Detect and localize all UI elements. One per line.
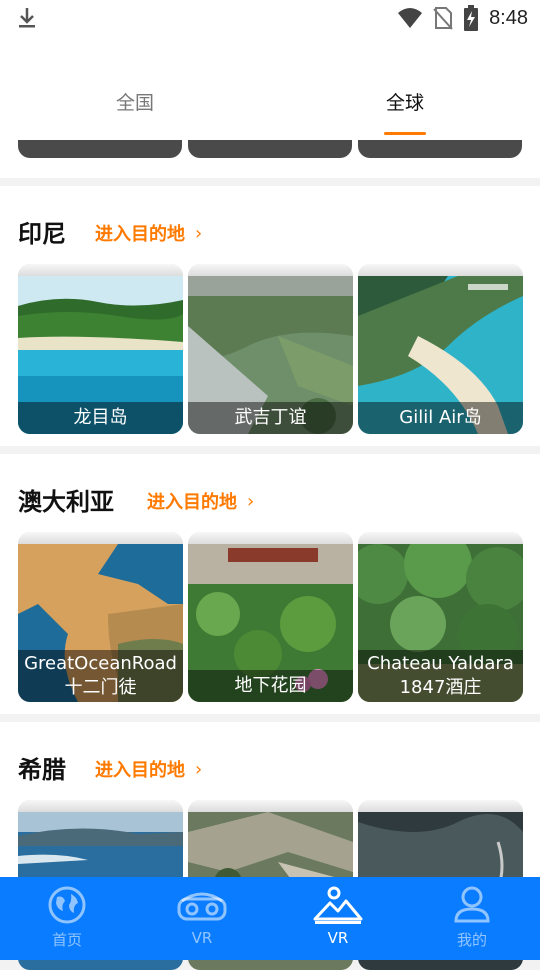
- mountain-icon: [313, 886, 363, 924]
- destination-card[interactable]: 地下花园: [188, 532, 353, 702]
- battery-charging-icon: [464, 5, 479, 31]
- previous-section-remnant: [0, 140, 540, 178]
- caption-line: Chateau Yaldara: [367, 653, 514, 674]
- section-australia: 澳大利亚 进入目的地 › GreatOceanRoad 十二门徒 地下花园 Ch…: [0, 454, 540, 714]
- destination-card[interactable]: [188, 140, 352, 158]
- tab-national[interactable]: 全国: [75, 88, 195, 115]
- caption-line: GreatOceanRoad: [24, 653, 177, 674]
- chevron-right-icon: ›: [247, 490, 255, 512]
- enter-destination-link[interactable]: 进入目的地 ›: [147, 488, 254, 514]
- destination-card[interactable]: [18, 140, 182, 158]
- card-caption: 武吉丁谊: [188, 402, 353, 434]
- section-indonesia: 印尼 进入目的地 › 龙目岛 武吉丁谊 Gilil Air岛: [0, 186, 540, 446]
- nav-label: VR: [191, 929, 213, 947]
- nav-profile[interactable]: 我的: [422, 885, 522, 955]
- card-caption: GreatOceanRoad 十二门徒: [18, 650, 183, 702]
- wifi-icon: [398, 8, 423, 28]
- destination-card[interactable]: [358, 140, 522, 158]
- destination-card[interactable]: Gilil Air岛: [358, 264, 523, 434]
- enter-destination-link[interactable]: 进入目的地 ›: [95, 756, 202, 782]
- user-icon: [454, 886, 490, 923]
- caption-line: 十二门徒: [64, 677, 137, 698]
- card-caption: Gilil Air岛: [358, 402, 523, 434]
- globe-icon: [48, 886, 86, 924]
- download-icon: [19, 8, 35, 28]
- destination-card[interactable]: GreatOceanRoad 十二门徒: [18, 532, 183, 702]
- clock: 8:48: [489, 6, 528, 29]
- caption-line: 1847酒庄: [399, 677, 482, 698]
- nav-label: VR: [327, 929, 349, 947]
- link-label: 进入目的地: [95, 760, 185, 781]
- card-caption: 地下花园: [188, 670, 353, 702]
- section-title: 印尼: [18, 220, 66, 248]
- status-bar: 8:48: [0, 0, 540, 36]
- card-caption: Chateau Yaldara 1847酒庄: [358, 650, 523, 702]
- link-label: 进入目的地: [95, 224, 185, 245]
- no-sim-icon: [433, 7, 453, 30]
- tab-global[interactable]: 全球: [345, 88, 465, 115]
- chevron-right-icon: ›: [195, 222, 203, 244]
- nav-vr[interactable]: VR: [288, 885, 388, 955]
- section-title: 澳大利亚: [18, 488, 114, 516]
- nav-vr-headset[interactable]: VR: [152, 885, 252, 955]
- nav-home[interactable]: 首页: [17, 885, 117, 955]
- section-title: 希腊: [18, 756, 66, 784]
- section-greece: 希腊 进入目的地 ›: [0, 722, 540, 970]
- bottom-navigation: 首页 VR VR 我的: [0, 877, 540, 960]
- chevron-right-icon: ›: [195, 758, 203, 780]
- nav-label: 首页: [51, 931, 82, 949]
- destination-card[interactable]: Chateau Yaldara 1847酒庄: [358, 532, 523, 702]
- enter-destination-link[interactable]: 进入目的地 ›: [95, 220, 202, 246]
- vr-headset-icon: [177, 892, 227, 921]
- nav-label: 我的: [456, 931, 487, 949]
- active-tab-indicator: [384, 132, 426, 135]
- destination-card[interactable]: 武吉丁谊: [188, 264, 353, 434]
- destination-card[interactable]: 龙目岛: [18, 264, 183, 434]
- card-caption: 龙目岛: [18, 402, 183, 434]
- region-tabs: 全国 全球: [0, 36, 540, 140]
- link-label: 进入目的地: [147, 492, 237, 513]
